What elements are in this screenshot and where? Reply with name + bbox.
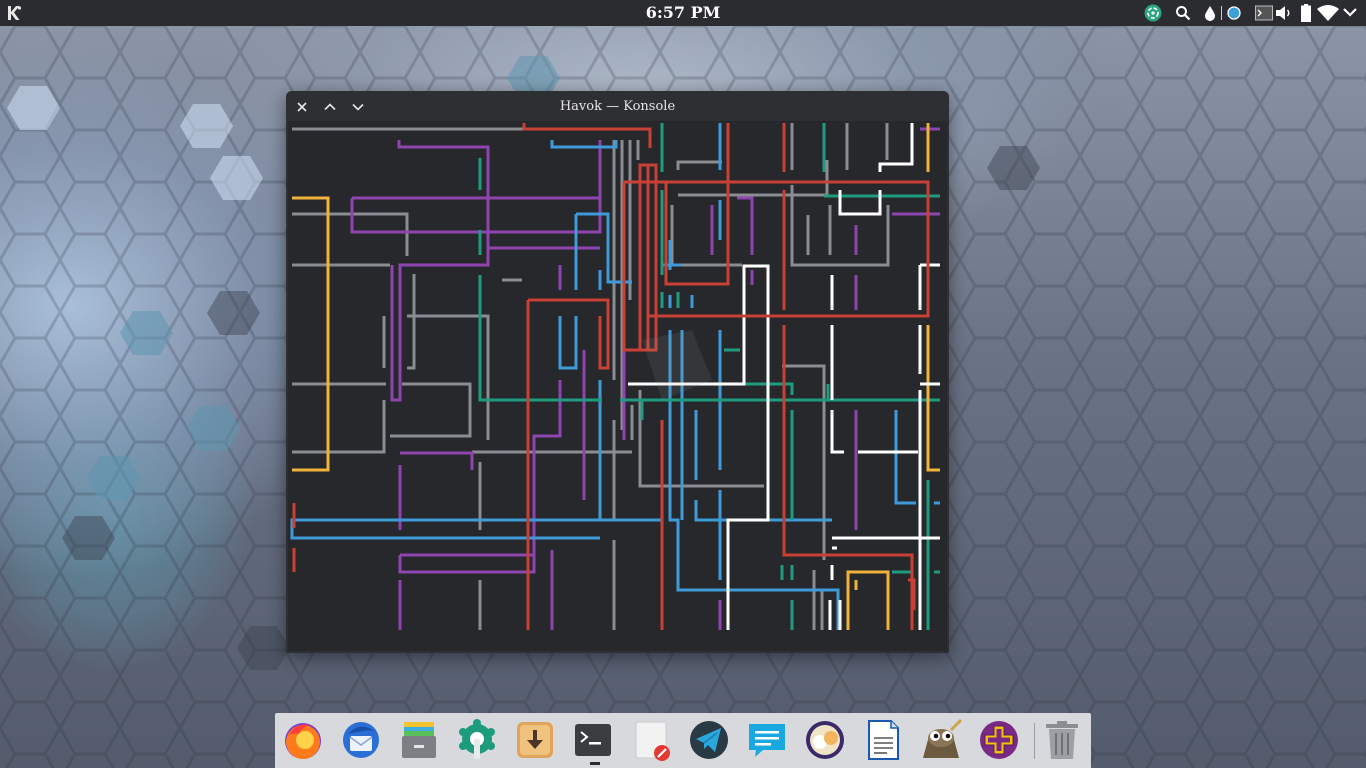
search-icon[interactable]	[1174, 4, 1192, 22]
telegram-icon[interactable]	[687, 718, 731, 762]
terminal-area[interactable]	[288, 121, 947, 651]
screenshot-icon[interactable]	[803, 718, 847, 762]
file-archiver-icon[interactable]	[397, 718, 441, 762]
circle-indicator-icon[interactable]	[1226, 4, 1242, 22]
thunderbird-icon[interactable]	[339, 718, 383, 762]
kde-logo-icon[interactable]	[5, 4, 23, 22]
window-title: Havok — Konsole	[559, 99, 676, 114]
window-titlebar[interactable]: Havok — Konsole	[286, 91, 949, 121]
chat-icon[interactable]	[745, 718, 789, 762]
chevron-down-icon[interactable]	[1342, 4, 1358, 22]
document-icon[interactable]	[861, 718, 905, 762]
pipes-animation	[290, 123, 940, 630]
volume-icon[interactable]	[1274, 4, 1294, 22]
settings-icon[interactable]	[455, 718, 499, 762]
top-panel: 6:57 PM	[0, 0, 1366, 26]
running-indicator	[590, 762, 600, 765]
add-icon[interactable]	[977, 718, 1021, 762]
text-editor-icon[interactable]	[629, 718, 673, 762]
droplet-icon[interactable]	[1203, 4, 1217, 22]
trash-icon[interactable]	[1040, 718, 1084, 762]
terminal-icon[interactable]	[1254, 4, 1274, 22]
downloader-icon[interactable]	[513, 718, 557, 762]
separator	[1218, 4, 1224, 22]
gimp-icon[interactable]	[919, 718, 963, 762]
battery-icon[interactable]	[1299, 4, 1313, 22]
wifi-icon[interactable]	[1317, 4, 1339, 22]
system-update-icon[interactable]	[1143, 4, 1163, 22]
dock-separator	[1034, 723, 1035, 759]
firefox-icon[interactable]	[281, 718, 325, 762]
konsole-window[interactable]: Havok — Konsole	[286, 91, 949, 653]
terminal-icon[interactable]	[571, 718, 615, 762]
dock	[275, 713, 1091, 768]
